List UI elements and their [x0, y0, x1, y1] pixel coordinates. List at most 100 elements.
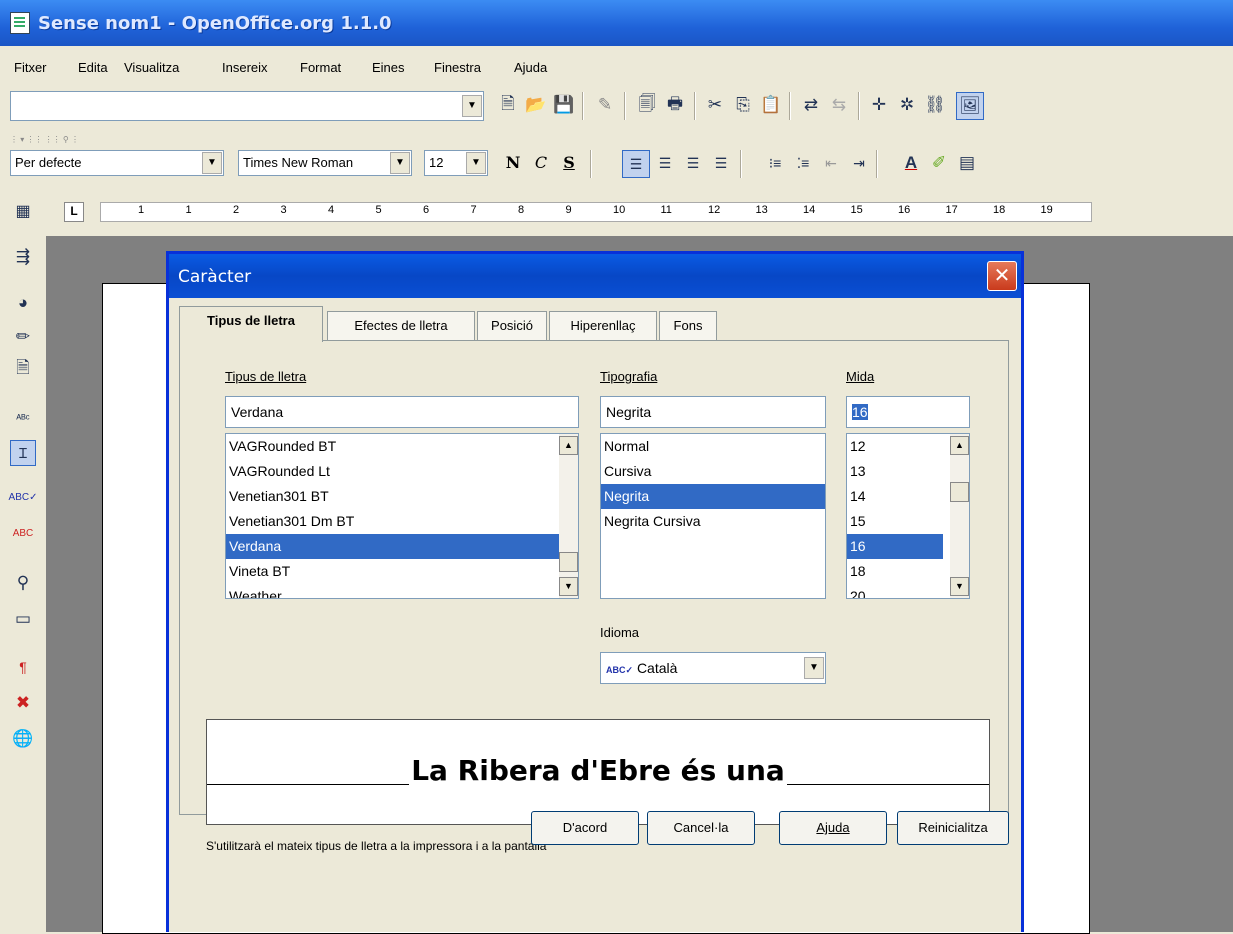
- menu-insereix[interactable]: Insereix: [222, 60, 268, 75]
- scroll-down-icon[interactable]: ▼: [950, 577, 969, 596]
- horizontal-ruler[interactable]: ▦ L 1 1 2 3 4 5 6 7 8 9 10 11 12 13 14 15 16 17 18 19: [0, 192, 1233, 236]
- insert-document-icon[interactable]: 🗎: [12, 358, 34, 380]
- list-item[interactable]: Cursiva: [601, 459, 825, 484]
- web-layout-icon[interactable]: 🌐: [12, 728, 34, 750]
- tab-hyperlink[interactable]: Hiperenllaç: [549, 311, 657, 341]
- help-button[interactable]: Ajuda: [779, 811, 887, 845]
- paragraph-style-combo[interactable]: Per defecte ▼: [10, 150, 224, 176]
- redo-icon[interactable]: ⇆: [828, 94, 850, 116]
- list-item[interactable]: Verdana: [226, 534, 578, 559]
- menu-fitxer[interactable]: Fitxer: [14, 60, 47, 75]
- align-right-icon[interactable]: ☰: [682, 152, 704, 174]
- highlighting-icon[interactable]: ✐: [928, 152, 950, 174]
- list-item[interactable]: Negrita Cursiva: [601, 509, 825, 534]
- italic-button[interactable]: C: [528, 150, 554, 176]
- tab-font[interactable]: Tipus de lletra: [179, 306, 323, 342]
- toolbar-grip[interactable]: ⋮ ▾ ⋮⋮ ⋮⋮ ⚲ ⋮: [10, 136, 140, 144]
- font-size-combo[interactable]: 12 ▼: [424, 150, 488, 176]
- align-left-icon[interactable]: ☰: [622, 150, 650, 178]
- open-folder-icon[interactable]: 📂: [525, 94, 547, 116]
- list-item[interactable]: Venetian301 BT: [226, 484, 578, 509]
- chevron-down-icon[interactable]: ▼: [804, 657, 824, 679]
- close-icon[interactable]: ✕: [987, 261, 1017, 291]
- tab-stop-icon[interactable]: L: [64, 202, 84, 222]
- edit-file-icon[interactable]: ✎: [594, 94, 616, 116]
- navigator-icon[interactable]: ✛: [868, 94, 890, 116]
- chevron-down-icon[interactable]: ▼: [466, 152, 486, 174]
- list-item[interactable]: 20: [847, 584, 943, 598]
- list-item[interactable]: 12: [847, 434, 943, 459]
- font-name-field[interactable]: Verdana: [225, 396, 579, 428]
- typeface-list[interactable]: Normal Cursiva Negrita Negrita Cursiva: [600, 433, 826, 599]
- list-item[interactable]: Weather: [226, 584, 578, 598]
- menu-eines[interactable]: Eines: [372, 60, 405, 75]
- menu-edita[interactable]: Edita: [78, 60, 108, 75]
- decrease-indent-icon[interactable]: ⇤: [820, 152, 842, 174]
- tab-position[interactable]: Posició: [477, 311, 547, 341]
- save-icon[interactable]: 💾: [553, 94, 575, 116]
- table-icon[interactable]: ▦: [12, 200, 34, 222]
- justify-icon[interactable]: ☰: [710, 152, 732, 174]
- dialog-title-bar[interactable]: Caràcter ✕: [169, 254, 1021, 298]
- size-field[interactable]: 16: [846, 396, 970, 428]
- stylist-icon[interactable]: ✲: [896, 94, 918, 116]
- hyperlink-icon[interactable]: ⛓: [924, 94, 946, 116]
- cancel-button[interactable]: Cancel·la: [647, 811, 755, 845]
- list-item[interactable]: Negrita: [601, 484, 825, 509]
- text-formats-icon[interactable]: ᴬᴮᶜ: [12, 408, 34, 430]
- scroll-thumb[interactable]: [950, 482, 969, 502]
- find-icon[interactable]: ⚲: [12, 572, 34, 594]
- scrollbar[interactable]: ▲ ▼: [559, 434, 578, 598]
- font-name-list[interactable]: VAGRounded BT VAGRounded Lt Venetian301 …: [225, 433, 579, 599]
- no-graphics-icon[interactable]: ✖: [12, 692, 34, 714]
- list-item[interactable]: VAGRounded Lt: [226, 459, 578, 484]
- data-sources-icon[interactable]: ▭: [12, 608, 34, 630]
- scrollbar[interactable]: ▲ ▼: [950, 434, 969, 598]
- gallery-icon[interactable]: 🖼: [956, 92, 984, 120]
- list-item[interactable]: 16: [847, 534, 943, 559]
- list-item[interactable]: 18: [847, 559, 943, 584]
- insert-object-icon[interactable]: ◕: [12, 292, 34, 314]
- tab-background[interactable]: Fons: [659, 311, 717, 341]
- insert-icon[interactable]: ⇶: [12, 246, 34, 268]
- ok-button[interactable]: D'acord: [531, 811, 639, 845]
- list-item[interactable]: 14: [847, 484, 943, 509]
- font-name-combo[interactable]: Times New Roman ▼: [238, 150, 412, 176]
- chevron-down-icon[interactable]: ▼: [462, 95, 482, 117]
- menu-finestra[interactable]: Finestra: [434, 60, 481, 75]
- scroll-up-icon[interactable]: ▲: [559, 436, 578, 455]
- list-item[interactable]: Normal: [601, 434, 825, 459]
- menu-format[interactable]: Format: [300, 60, 341, 75]
- scroll-up-icon[interactable]: ▲: [950, 436, 969, 455]
- list-item[interactable]: VAGRounded BT: [226, 434, 578, 459]
- text-cursor-icon[interactable]: Ɪ: [10, 440, 36, 466]
- ruler-track[interactable]: [100, 202, 1092, 222]
- insert-fields-icon[interactable]: ✏: [12, 326, 34, 348]
- copy-icon[interactable]: ⎘: [732, 94, 754, 116]
- bold-button[interactable]: N: [500, 150, 526, 176]
- typeface-field[interactable]: Negrita: [600, 396, 826, 428]
- list-item[interactable]: 13: [847, 459, 943, 484]
- menu-ajuda[interactable]: Ajuda: [514, 60, 547, 75]
- language-select[interactable]: ABC✓ Català ▼: [600, 652, 826, 684]
- align-center-icon[interactable]: ☰: [654, 152, 676, 174]
- bullets-icon[interactable]: ⁚≡: [792, 152, 814, 174]
- numbering-icon[interactable]: ⁝≡: [764, 152, 786, 174]
- paste-icon[interactable]: 📋: [760, 94, 782, 116]
- export-pdf-icon[interactable]: 🗐: [636, 94, 658, 116]
- window-title-bar[interactable]: Sense nom1 - OpenOffice.org 1.1.0: [0, 0, 1233, 46]
- url-combo[interactable]: ▼: [10, 91, 484, 121]
- list-item[interactable]: Vineta BT: [226, 559, 578, 584]
- list-item[interactable]: Venetian301 Dm BT: [226, 509, 578, 534]
- scroll-thumb[interactable]: [559, 552, 578, 572]
- print-icon[interactable]: 🖶: [664, 94, 686, 116]
- formatting-marks-icon[interactable]: ¶: [12, 656, 34, 678]
- font-color-icon[interactable]: A: [900, 152, 922, 174]
- underline-button[interactable]: S: [556, 150, 582, 176]
- auto-spellcheck-icon[interactable]: ABC: [12, 522, 34, 544]
- size-list[interactable]: 12 13 14 15 16 18 20 ▲ ▼: [846, 433, 970, 599]
- spellcheck-icon[interactable]: ABC✓: [9, 486, 38, 508]
- tab-font-effects[interactable]: Efectes de lletra: [327, 311, 475, 341]
- undo-icon[interactable]: ⇄: [800, 94, 822, 116]
- list-item[interactable]: 15: [847, 509, 943, 534]
